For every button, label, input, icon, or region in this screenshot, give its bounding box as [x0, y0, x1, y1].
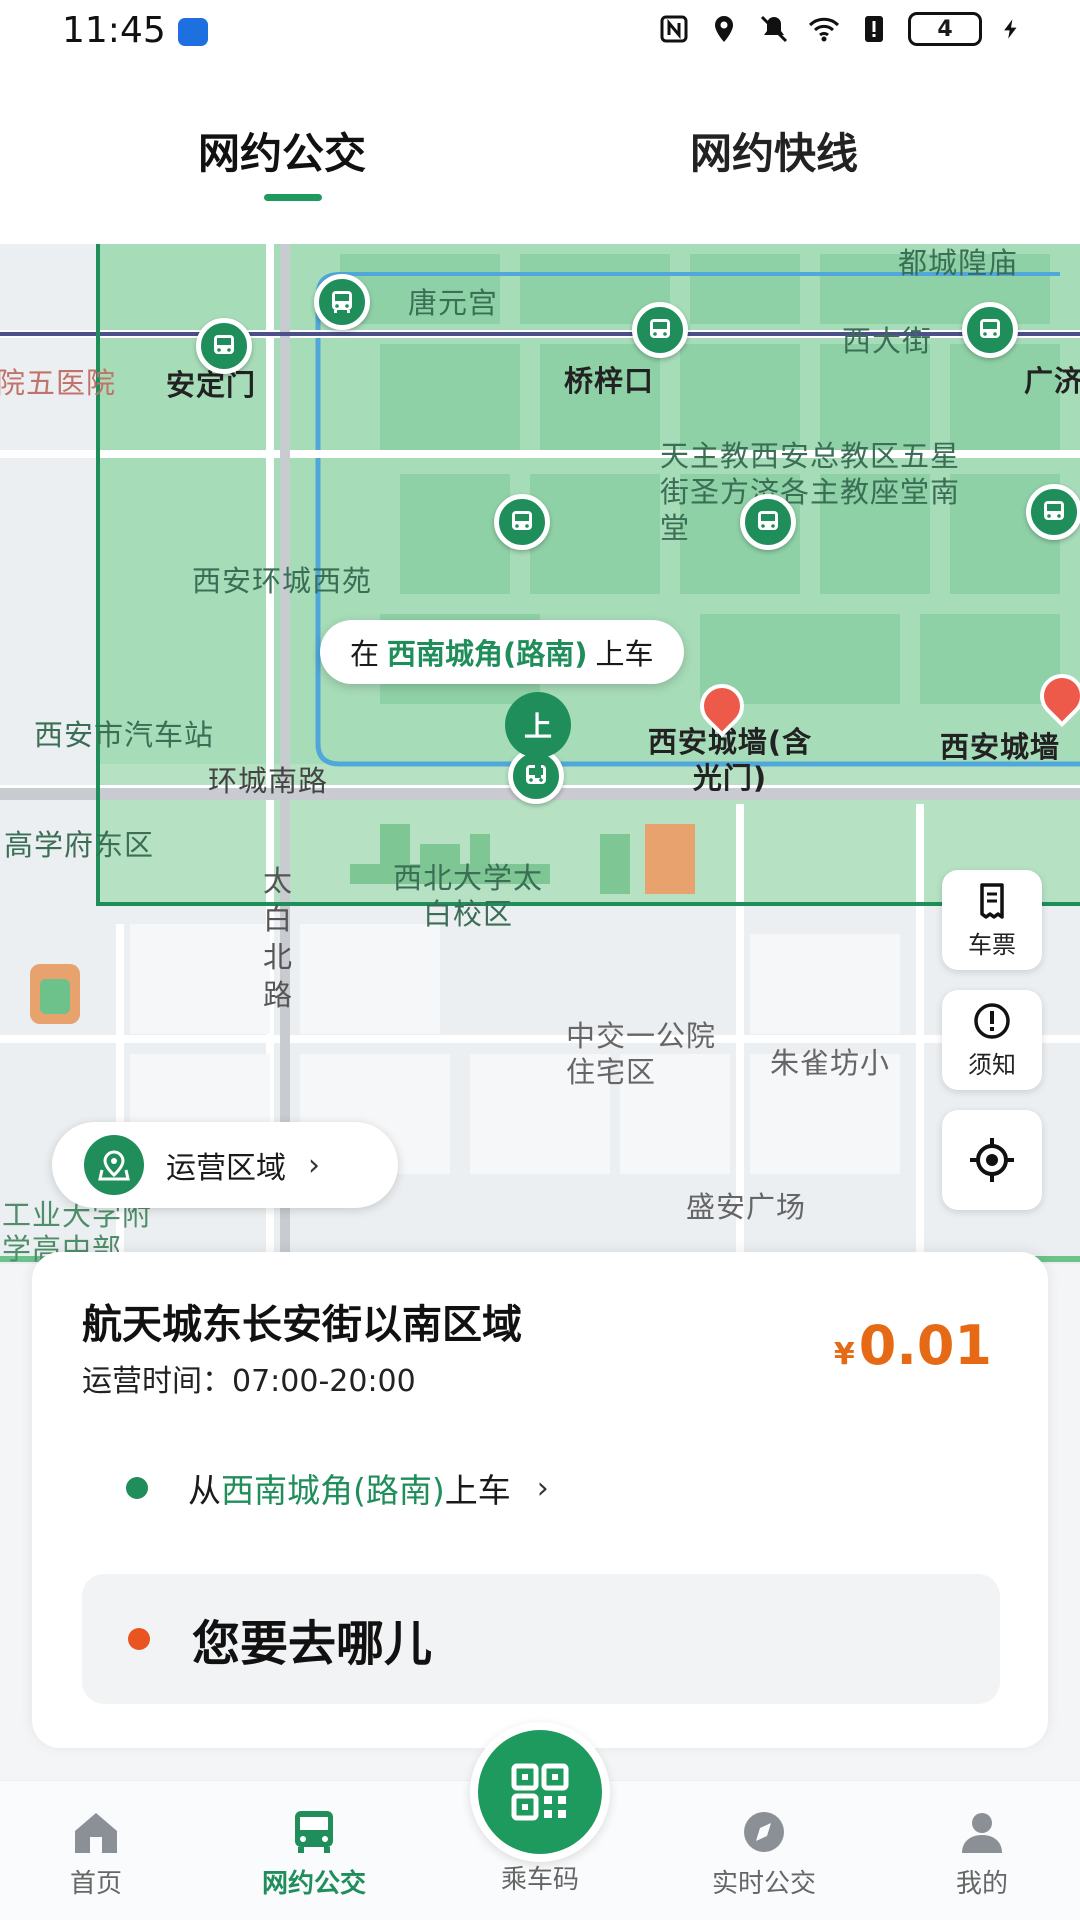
bus-icon [758, 511, 778, 530]
bus-icon [1044, 501, 1064, 520]
status-bar: 11:45 4 [0, 0, 1080, 64]
qr-code-icon [511, 1763, 569, 1821]
boarding-tip-suffix: 上车 [595, 637, 654, 671]
boarding-point-pin[interactable]: 上 [505, 692, 571, 758]
chevron-right-icon: › [536, 1470, 549, 1506]
home-icon [75, 1813, 117, 1853]
bus-icon [650, 319, 670, 338]
notice-button[interactable]: 须知 [942, 990, 1042, 1090]
bus-icon [512, 511, 532, 530]
map-region-icon [84, 1135, 144, 1195]
nav-home[interactable]: 首页 [6, 1809, 186, 1900]
map-label-zhongjiao: 中交一公院住宅区 [566, 1019, 717, 1089]
top-tabs: 网约公交 网约快线 [0, 64, 1080, 244]
locate-button[interactable] [942, 1110, 1042, 1210]
pickup-station-row[interactable]: 从 西南城角(路南) 上车 › [126, 1464, 549, 1512]
map-label-xibei-taibai: 西北大学太白校区 [392, 861, 543, 931]
map-label-qiaozikou: 桥梓口 [564, 364, 655, 398]
bus-stop-pin[interactable] [740, 494, 796, 550]
pickup-station: 西南城角(路南) [221, 1471, 445, 1510]
map-label-duchenghuangmiao: 都城隍庙 [898, 246, 1019, 280]
map-label-chengqiang-hanguangmen: 西安城墙(含光门) [647, 725, 813, 795]
bus-stop-pin[interactable] [196, 318, 252, 374]
pickup-dot-icon [126, 1477, 148, 1499]
destination-dot-icon [128, 1628, 150, 1650]
boarding-point-stem [535, 756, 541, 778]
nav-ride-code-label: 乘车码 [500, 1865, 579, 1895]
ride-code-button[interactable] [470, 1722, 610, 1862]
battery-indicator: 4 [908, 12, 982, 46]
destination-input[interactable]: 您要去哪儿 [82, 1574, 1000, 1704]
wifi-icon [808, 17, 840, 42]
map-view[interactable]: 都城隍庙 唐元宫 西大街 院五医院 安定门 桥梓口 广济 天主教西安总教区五星街… [0, 244, 1080, 1264]
region-title: 航天城东长安街以南区域 [82, 1302, 522, 1348]
bus-stop-pin[interactable] [314, 274, 370, 330]
bus-stop-pin[interactable] [632, 302, 688, 358]
bus-stop-pin[interactable] [962, 302, 1018, 358]
map-label-chengqiang-right: 西安城墙 [940, 730, 1061, 764]
bus-icon [980, 319, 1000, 338]
route-info-card: 航天城东长安街以南区域 运营时间：07:00-20:00 ¥ 0.01 从 西南… [32, 1252, 1048, 1748]
nav-ride-code[interactable]: 乘车码 [450, 1859, 630, 1896]
app-notification-icon [178, 18, 208, 46]
bus-stop-pin[interactable] [1026, 484, 1080, 540]
boarding-tip-station: 西南城角(路南) [387, 637, 588, 671]
boarding-tip[interactable]: 在 西南城角(路南) 上车 [320, 620, 684, 684]
operating-region-label: 运营区域 [166, 1151, 286, 1186]
pickup-suffix: 上车 [444, 1471, 511, 1510]
tab-ride-hailing-bus[interactable]: 网约公交 [198, 120, 366, 181]
operating-hours: 运营时间：07:00-20:00 [82, 1364, 416, 1399]
compass-icon [744, 1812, 784, 1852]
info-icon [974, 1002, 1010, 1039]
notice-button-label: 须知 [968, 1050, 1016, 1079]
nav-ride-hailing-bus[interactable]: 网约公交 [224, 1809, 404, 1900]
nav-mine[interactable]: 我的 [892, 1809, 1072, 1900]
map-label-taibaibeilu: 太白北路 [262, 864, 293, 1012]
map-label-church: 天主教西安总教区五星街圣方济各主教座堂南堂 [660, 439, 961, 545]
mute-icon [760, 15, 788, 43]
ticket-button[interactable]: 车票 [942, 870, 1042, 970]
bus-stop-pin[interactable] [494, 494, 550, 550]
map-label-xuefudongqu: 高学府东区 [4, 828, 155, 862]
tab-active-indicator [264, 194, 322, 201]
ticket-button-label: 车票 [968, 930, 1016, 959]
destination-placeholder: 您要去哪儿 [192, 1616, 433, 1672]
bus-icon [295, 1811, 333, 1853]
bus-icon [214, 335, 234, 354]
map-label-zhuquefang: 朱雀坊小 [770, 1046, 891, 1080]
map-label-tangyuangong: 唐元宫 [408, 286, 499, 320]
fare-currency: ¥ [833, 1337, 855, 1372]
status-icons: 4 [658, 12, 1022, 46]
nav-ride-hailing-bus-label: 网约公交 [261, 1869, 366, 1899]
chevron-right-icon: › [308, 1147, 320, 1183]
nav-realtime-bus[interactable]: 实时公交 [674, 1809, 854, 1900]
boarding-tip-prefix: 在 [350, 637, 380, 671]
fare-price: ¥ 0.01 [834, 1314, 992, 1377]
nav-mine-label: 我的 [955, 1869, 1008, 1899]
map-label-shengan: 盛安广场 [686, 1190, 807, 1224]
map-label-huanchengnanlu: 环城南路 [208, 764, 329, 798]
locate-icon [970, 1138, 1014, 1182]
sim-alert-icon [865, 16, 883, 42]
tab-express-line[interactable]: 网约快线 [690, 120, 858, 181]
fare-amount: 0.01 [858, 1314, 992, 1377]
map-label-xidajie: 西大街 [842, 324, 933, 358]
nfc-icon [660, 15, 688, 43]
pickup-prefix: 从 [188, 1471, 221, 1510]
user-icon [962, 1813, 1002, 1853]
nav-realtime-bus-label: 实时公交 [711, 1869, 816, 1899]
map-label-qichezhan: 西安市汽车站 [34, 718, 215, 752]
status-time: 11:45 [62, 10, 166, 51]
ticket-icon [980, 882, 1004, 919]
location-icon [715, 16, 733, 42]
map-label-guangji: 广济 [1024, 364, 1080, 398]
nav-home-label: 首页 [69, 1869, 122, 1899]
charging-icon [1004, 19, 1017, 39]
map-label-wuyiyuan: 院五医院 [0, 366, 117, 400]
map-label-huanchengxiyuan: 西安环城西苑 [192, 564, 373, 598]
bus-icon [332, 291, 352, 313]
operating-region-button[interactable]: 运营区域 › [52, 1122, 398, 1208]
